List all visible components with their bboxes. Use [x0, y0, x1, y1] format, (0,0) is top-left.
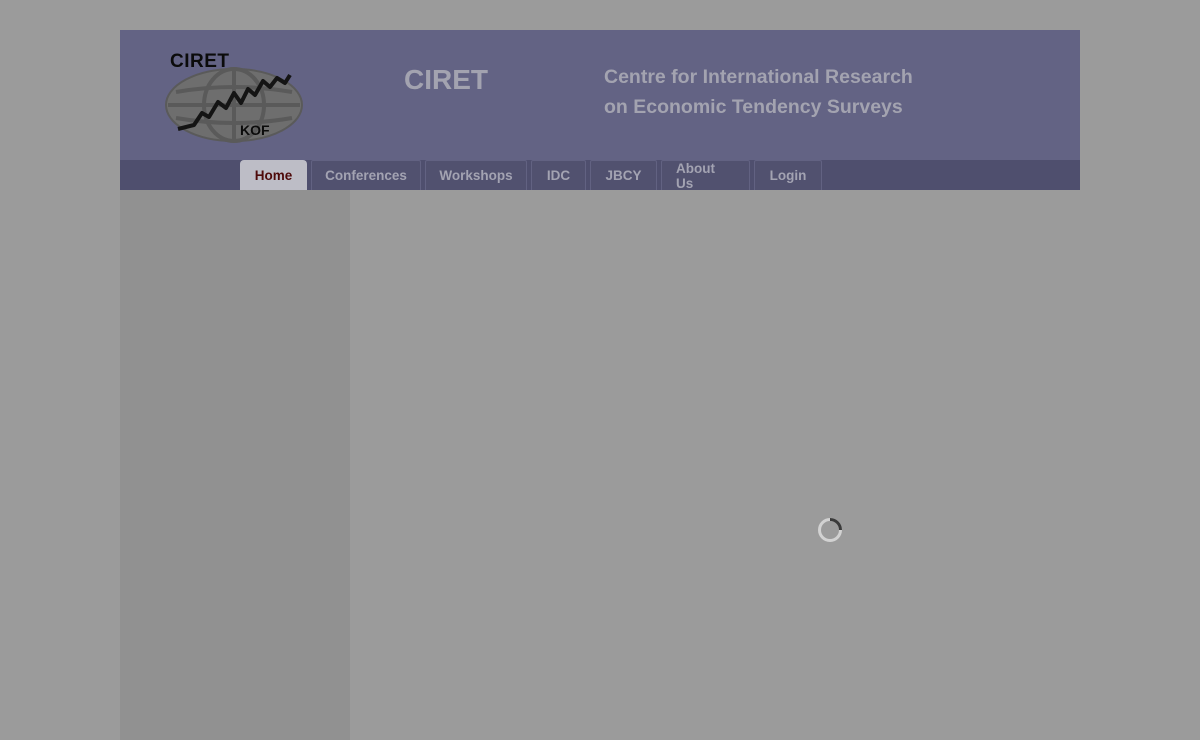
tagline-line-2: on Economic Tendency Surveys	[604, 96, 903, 118]
nav-tabs: Home Conferences Workshops IDC JBCY Abou…	[240, 160, 826, 191]
nav-tab-jbcy[interactable]: JBCY	[590, 160, 657, 190]
nav-tab-workshops[interactable]: Workshops	[425, 160, 527, 190]
nav-tab-home[interactable]: Home	[240, 160, 307, 190]
main-content	[350, 190, 1080, 740]
nav-tab-idc[interactable]: IDC	[531, 160, 586, 190]
nav-bar: Home Conferences Workshops IDC JBCY Abou…	[120, 160, 1080, 191]
left-sidebar	[120, 190, 350, 740]
nav-tab-conferences[interactable]: Conferences	[311, 160, 421, 190]
nav-tab-login[interactable]: Login	[754, 160, 822, 190]
logo-title: CIRET	[170, 51, 230, 72]
nav-tab-about-us[interactable]: About Us	[661, 160, 750, 191]
loading-spinner-icon	[818, 518, 842, 542]
tagline-line-1: Centre for International Research	[604, 66, 913, 88]
site-header: CIRET KOF CIRET Centre for International…	[120, 30, 1080, 160]
site-tagline: Centre for International Research on Eco…	[604, 62, 913, 122]
page-container: CIRET KOF CIRET Centre for International…	[120, 30, 1080, 740]
logo-subtitle: KOF	[240, 122, 270, 138]
site-name: CIRET	[404, 64, 488, 95]
